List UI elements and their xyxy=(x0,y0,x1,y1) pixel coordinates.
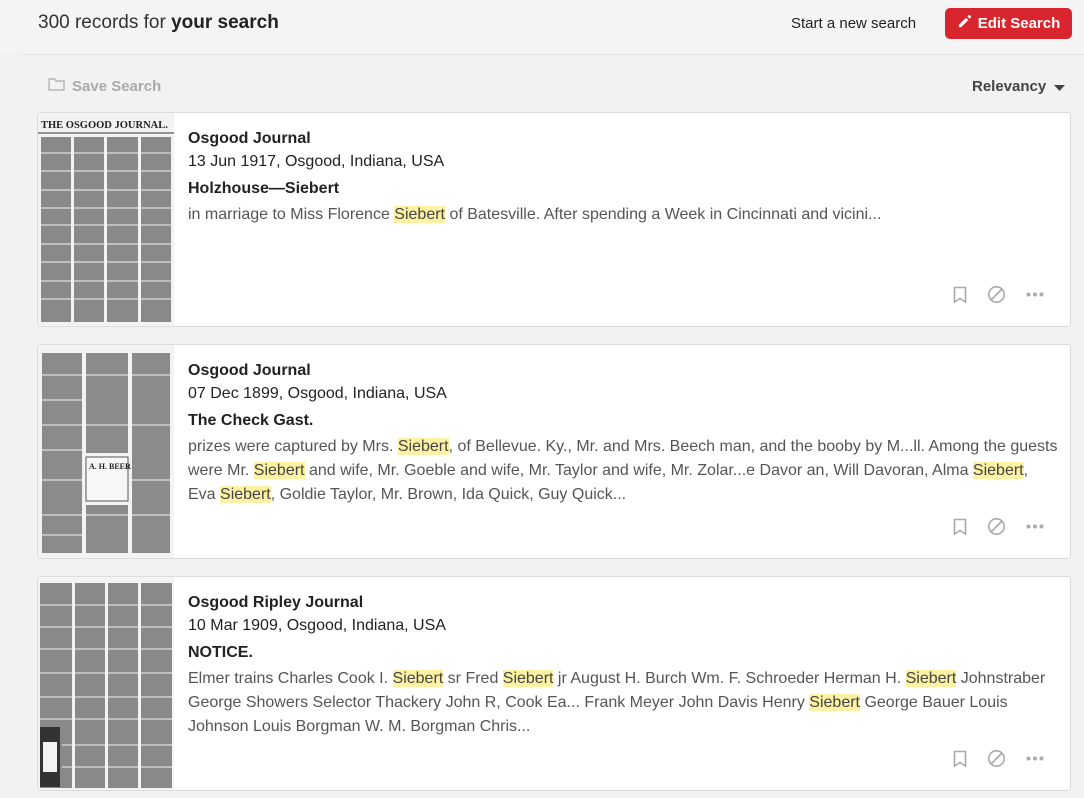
article-headline[interactable]: NOTICE. xyxy=(188,641,1058,664)
save-search-button[interactable]: Save Search xyxy=(48,77,161,95)
article-headline[interactable]: Holzhouse—Siebert xyxy=(188,177,1058,200)
sort-label: Relevancy xyxy=(972,78,1047,95)
snippet-text: sr Fred xyxy=(443,670,503,687)
newspaper-thumbnail[interactable]: A. H. BEER xyxy=(38,345,174,558)
edit-search-button[interactable]: Edit Search xyxy=(945,8,1072,39)
thumb-ad-text: A. H. BEER xyxy=(89,462,131,471)
result-content: Osgood Journal 07 Dec 1899, Osgood, Indi… xyxy=(188,359,1058,507)
results-count-query: your search xyxy=(171,12,279,33)
publication-title[interactable]: Osgood Journal xyxy=(188,127,1058,150)
snippet-text: of Batesville. After spending a Week in … xyxy=(445,206,882,223)
results-count: 300 records for your search xyxy=(38,12,279,34)
result-snippet: prizes were captured by Mrs. Siebert, of… xyxy=(188,435,1058,507)
publication-title[interactable]: Osgood Ripley Journal xyxy=(188,591,1058,614)
search-term-highlight: Siebert xyxy=(502,670,554,687)
thumb-masthead: THE OSGOOD JOURNAL. xyxy=(41,120,168,131)
newspaper-thumbnail[interactable]: THE OSGOOD JOURNAL. xyxy=(38,113,174,326)
result-content: Osgood Ripley Journal 10 Mar 1909, Osgoo… xyxy=(188,591,1058,739)
search-term-highlight: Siebert xyxy=(809,694,860,711)
search-term-highlight: Siebert xyxy=(392,670,444,687)
results-count-prefix: 300 records for xyxy=(38,12,172,33)
search-term-highlight: Siebert xyxy=(253,462,305,479)
pencil-icon xyxy=(957,14,972,33)
caret-down-icon xyxy=(1054,78,1066,95)
search-term-highlight: Siebert xyxy=(972,462,1024,479)
result-card[interactable]: Osgood Ripley Journal 10 Mar 1909, Osgoo… xyxy=(37,576,1071,791)
publication-title[interactable]: Osgood Journal xyxy=(188,359,1058,382)
result-snippet: Elmer trains Charles Cook I. Siebert sr … xyxy=(188,667,1058,739)
snippet-text: and wife, Mr. Goeble and wife, Mr. Taylo… xyxy=(304,462,973,479)
search-term-highlight: Siebert xyxy=(397,438,449,455)
bookmark-icon[interactable] xyxy=(953,750,967,768)
start-new-search-link[interactable]: Start a new search xyxy=(791,15,916,32)
search-term-highlight: Siebert xyxy=(394,206,445,223)
publication-date-place: 13 Jun 1917, Osgood, Indiana, USA xyxy=(188,153,445,170)
more-icon[interactable] xyxy=(1026,524,1044,529)
snippet-text: in marriage to Miss Florence xyxy=(188,206,395,223)
snippet-text: Elmer trains Charles Cook I. xyxy=(188,670,393,687)
result-card[interactable]: A. H. BEER Osgood Journal 07 Dec 1899, O… xyxy=(37,344,1071,559)
result-card[interactable]: THE OSGOOD JOURNAL. Osgood Journal 13 Ju… xyxy=(37,112,1071,327)
block-icon[interactable] xyxy=(987,749,1006,768)
block-icon[interactable] xyxy=(987,517,1006,536)
edit-search-label: Edit Search xyxy=(977,15,1061,32)
more-icon[interactable] xyxy=(1026,756,1044,761)
block-icon[interactable] xyxy=(987,285,1006,304)
result-content: Osgood Journal 13 Jun 1917, Osgood, Indi… xyxy=(188,127,1058,227)
result-actions xyxy=(953,517,1044,536)
result-actions xyxy=(953,285,1044,304)
bookmark-icon[interactable] xyxy=(953,286,967,304)
newspaper-thumbnail[interactable] xyxy=(38,577,174,790)
result-actions xyxy=(953,749,1044,768)
save-search-label: Save Search xyxy=(72,77,162,95)
search-term-highlight: Siebert xyxy=(905,670,957,687)
result-snippet: in marriage to Miss Florence Siebert of … xyxy=(188,203,1058,227)
sort-dropdown[interactable]: Relevancy xyxy=(972,78,1066,95)
snippet-text: jr August H. Burch Wm. F. Schroeder Herm… xyxy=(553,670,906,687)
publication-date-place: 10 Mar 1909, Osgood, Indiana, USA xyxy=(188,617,446,634)
publication-date-place: 07 Dec 1899, Osgood, Indiana, USA xyxy=(188,385,447,402)
more-icon[interactable] xyxy=(1026,292,1044,297)
snippet-text: prizes were captured by Mrs. xyxy=(188,438,398,455)
folder-icon xyxy=(48,77,65,95)
bookmark-icon[interactable] xyxy=(953,518,967,536)
article-headline[interactable]: The Check Gast. xyxy=(188,409,1058,432)
results-header: 300 records for your search Start a new … xyxy=(0,0,1084,54)
search-term-highlight: Siebert xyxy=(220,486,271,503)
header-divider xyxy=(22,54,1084,55)
snippet-text: , Goldie Taylor, Mr. Brown, Ida Quick, G… xyxy=(270,486,627,503)
